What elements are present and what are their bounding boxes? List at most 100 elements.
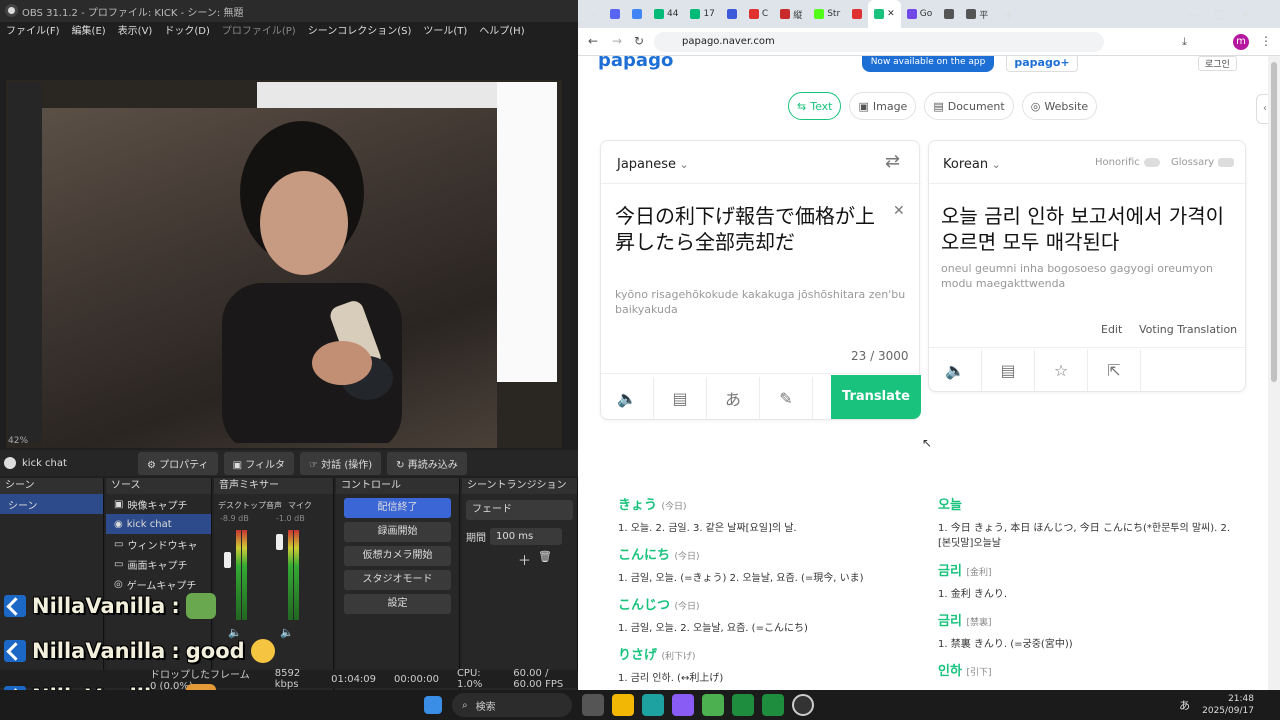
menu-tools[interactable]: ツール(T) (423, 22, 467, 38)
scene-item[interactable]: シーン (0, 494, 103, 514)
tab[interactable] (846, 0, 868, 28)
tab[interactable]: Go (901, 0, 938, 28)
desktop-volume-slider[interactable] (224, 552, 231, 568)
copy-icon[interactable]: ▤ (982, 349, 1035, 391)
tab-search-icon[interactable]: ⌄ (584, 9, 604, 19)
start-virtual-camera-button[interactable]: 仮想カメラ開始 (344, 546, 451, 566)
tab[interactable]: 44 (648, 0, 684, 28)
voting-translation-link[interactable]: Voting Translation (1139, 323, 1237, 336)
speaker-icon[interactable]: 🔈 (280, 626, 294, 639)
sheets-icon[interactable] (762, 694, 784, 716)
clock[interactable]: 21:48 2025/09/17 (1202, 693, 1254, 717)
dict-entry[interactable]: こんじつ (今日) 1. 금일, 오늘. 2. 오늘날, 요즘. (=こんにち) (618, 594, 918, 644)
filters-button[interactable]: ▣ フィルタ (223, 451, 295, 475)
menu-file[interactable]: ファイル(F) (6, 22, 60, 38)
dict-entry[interactable]: 금리 [禁裏] 1. 禁裏 きんり. (=궁중(宮中)) (938, 610, 1238, 660)
target-language-select[interactable]: Korean ⌄ (943, 157, 1001, 172)
source-language-select[interactable]: Japanese ⌄ (617, 157, 689, 172)
tab[interactable]: Str (808, 0, 846, 28)
menu-dots-icon[interactable]: ⋮ (1260, 34, 1272, 48)
source-item[interactable]: ▭ 画面キャプチ (106, 554, 211, 574)
glossary-toggle[interactable]: Glossary (1171, 157, 1235, 168)
source-item[interactable]: ▣ 映像キャプチ (106, 494, 211, 514)
papago-logo[interactable]: papago (598, 56, 673, 71)
furigana-icon[interactable]: あ (707, 377, 760, 419)
menu-view[interactable]: 表示(V) (118, 22, 153, 38)
file-explorer-icon[interactable] (612, 694, 634, 716)
url-input[interactable]: papago.naver.com (654, 32, 1104, 52)
menu-profile[interactable]: プロファイル(P) (222, 22, 296, 38)
dictionary-icon[interactable]: ▤ (654, 377, 707, 419)
back-icon[interactable]: ← (588, 34, 598, 48)
tab[interactable]: 縦 (774, 0, 808, 28)
tab-image[interactable]: ▣ Image (849, 92, 917, 120)
swap-languages-icon[interactable]: ⇄ (885, 151, 900, 172)
dict-entry[interactable]: 금리 [金利] 1. 金利 きんり. (938, 560, 1238, 610)
task-view-icon[interactable] (582, 694, 604, 716)
download-icon[interactable]: ⤓ (1182, 35, 1187, 49)
add-transition-icon[interactable]: ＋ (518, 550, 531, 569)
reload-button[interactable]: ↻ 再読み込み (387, 451, 467, 475)
mic-volume-slider[interactable] (276, 534, 283, 550)
honorific-toggle[interactable]: Honorific (1095, 157, 1160, 168)
tab-close-icon[interactable]: ✕ (887, 9, 895, 19)
login-button[interactable]: 로그인 (1198, 56, 1237, 71)
menu-help[interactable]: ヘルプ(H) (479, 22, 524, 38)
new-tab-icon[interactable]: ＋ (1002, 5, 1015, 24)
menu-edit[interactable]: 編集(E) (72, 22, 106, 38)
window-controls[interactable]: —▢✕ (1187, 8, 1266, 21)
sheets-icon[interactable] (732, 694, 754, 716)
ime-indicator[interactable]: あ (1179, 697, 1190, 713)
papago-plus-button[interactable]: papago+ (1006, 56, 1078, 72)
dict-entry[interactable]: きょう (今日) 1. 오늘. 2. 금일. 3. 같은 날짜[요일]의 날. (618, 494, 918, 544)
duration-input[interactable]: 100 ms (490, 527, 562, 545)
clear-text-icon[interactable]: ✕ (893, 203, 905, 219)
source-item[interactable]: ◉ kick chat (106, 514, 211, 534)
dict-entry[interactable]: 인하 [引下] (938, 660, 1238, 690)
settings-button[interactable]: 設定 (344, 594, 451, 614)
side-panel-toggle-icon[interactable]: ‹ (1256, 94, 1268, 124)
star-icon[interactable]: ☆ (1035, 349, 1088, 391)
taskbar-search[interactable]: ⌕ 検索 (452, 693, 572, 717)
tab[interactable] (626, 0, 648, 28)
dict-entry[interactable]: こんにち (今日) 1. 금일, 오늘. (=きょう) 2. 오늘날, 요즘. (… (618, 544, 918, 594)
source-item[interactable]: ▭ ウィンドウキャ (106, 534, 211, 554)
tab[interactable]: 平 (960, 0, 994, 28)
transition-select[interactable]: フェード (466, 500, 573, 520)
tab[interactable] (604, 0, 626, 28)
forward-icon[interactable]: → (612, 34, 622, 48)
studio-mode-button[interactable]: スタジオモード (344, 570, 451, 590)
menu-scene-collection[interactable]: シーンコレクション(S) (308, 22, 412, 38)
chrome-icon[interactable] (702, 694, 724, 716)
edit-link[interactable]: Edit (1101, 323, 1122, 336)
app-promo-banner[interactable]: Now available on the app too! (862, 56, 994, 83)
tab[interactable]: 17 (684, 0, 720, 28)
stop-streaming-button[interactable]: 配信終了 (344, 498, 451, 518)
edge-icon[interactable] (642, 694, 664, 716)
dict-entry[interactable]: 오늘 1. 今日 きょう, 本日 ほんじつ, 今日 こんにち(*한문투의 말씨)… (938, 494, 1238, 560)
tab-website[interactable]: ◎ Website (1021, 92, 1098, 120)
share-icon[interactable]: ⇱ (1088, 349, 1141, 391)
properties-button[interactable]: ⚙ プロパティ (138, 451, 218, 475)
profile-avatar[interactable]: m (1233, 34, 1249, 50)
handwriting-icon[interactable]: ✎ (760, 377, 813, 419)
copilot-icon[interactable] (672, 694, 694, 716)
speaker-icon[interactable]: 🔈 (601, 377, 654, 419)
page-scrollbar[interactable] (1268, 56, 1280, 690)
trash-icon[interactable]: 🗑 (538, 550, 552, 563)
start-recording-button[interactable]: 録画開始 (344, 522, 451, 542)
obs-taskbar-icon[interactable] (792, 694, 814, 716)
interact-button[interactable]: ☞ 対話 (操作) (300, 451, 382, 475)
reload-icon[interactable]: ↻ (634, 34, 644, 48)
dict-entry[interactable]: りさげ (利下げ) 1. 금리 인하. (↔利上げ) (618, 644, 918, 690)
tab-document[interactable]: ▤ Document (924, 92, 1014, 120)
scrollbar-thumb[interactable] (1271, 62, 1277, 382)
tab-text[interactable]: ⇆ Text (788, 92, 842, 120)
tab[interactable] (721, 0, 743, 28)
start-icon[interactable] (424, 696, 442, 714)
speaker-icon[interactable]: 🔈 (929, 349, 982, 391)
source-textarea[interactable]: 今日の利下げ報告で価格が上昇したら全部売却だ (615, 203, 875, 255)
tab[interactable] (938, 0, 960, 28)
tab[interactable]: C (743, 0, 774, 28)
tab-active-papago[interactable]: ✕ (868, 0, 901, 28)
